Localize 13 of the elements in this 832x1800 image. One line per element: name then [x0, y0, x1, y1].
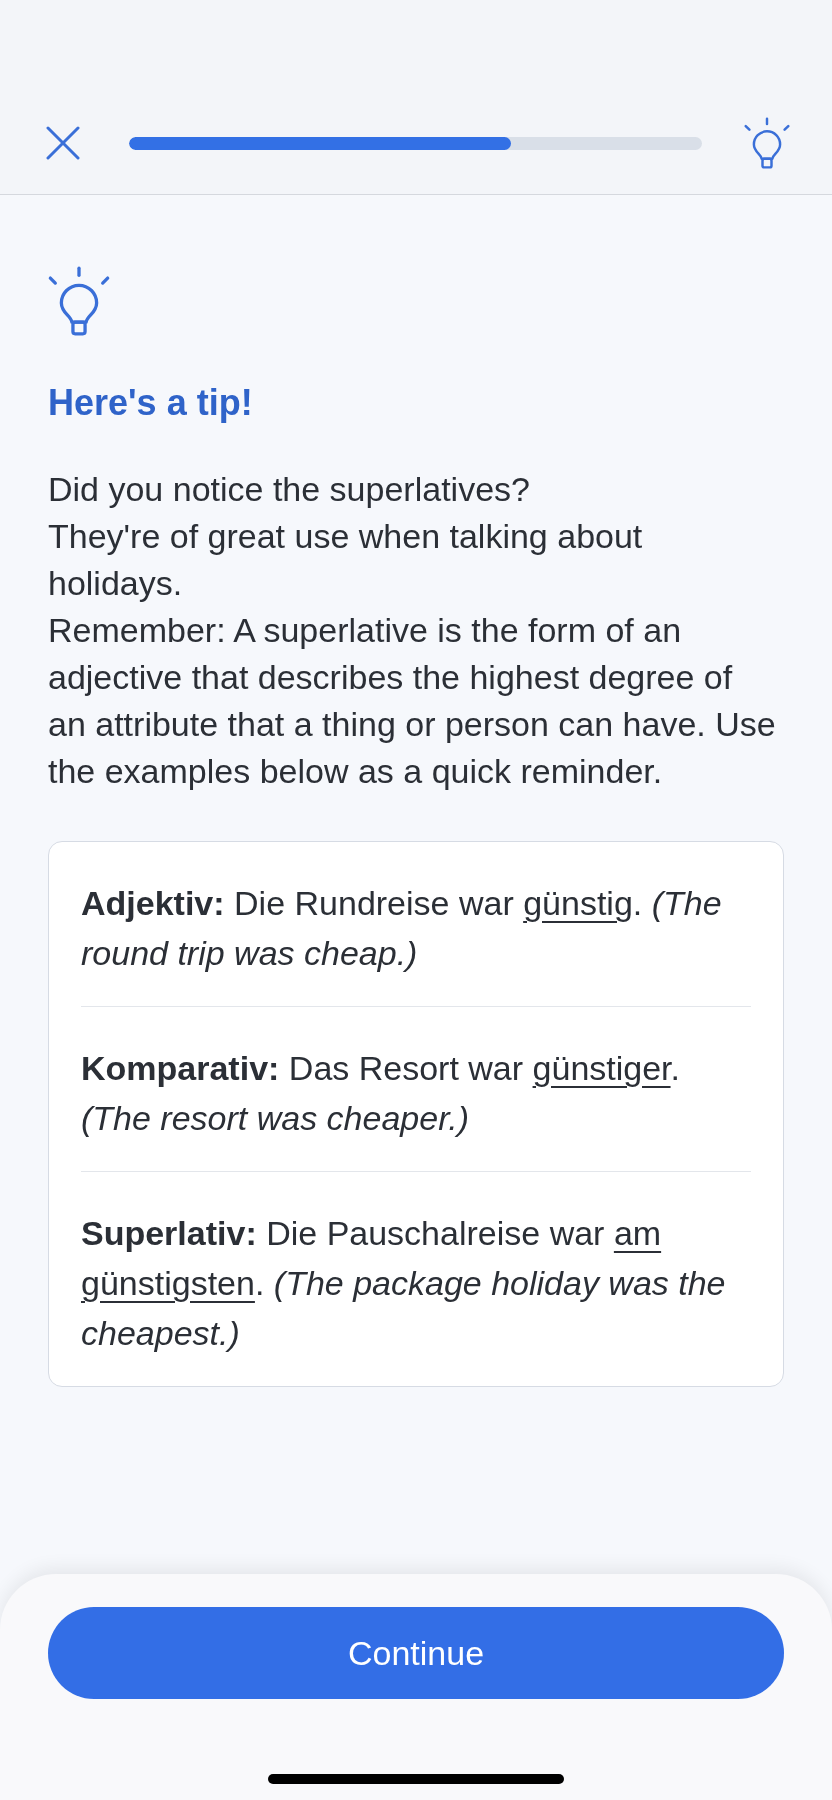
close-button[interactable]	[46, 126, 80, 160]
lightbulb-icon	[744, 117, 790, 169]
example-sentence: Adjektiv: Die Rundreise war günstig. (The round trip was cheap.)	[81, 883, 723, 974]
close-icon	[46, 126, 80, 160]
example-sentence: Komparativ: Das Resort war günstiger. (The resort was cheaper.)	[81, 1048, 681, 1139]
tip-title: Here's a tip!	[48, 381, 254, 425]
hint-button[interactable]	[744, 117, 790, 169]
example-sentence: Superlativ: Die Pauschalreise war am günstigsten. (The package holiday was the cheapest.)	[81, 1213, 727, 1354]
tip-paragraph: Remember: A superlative is the form of an adjective that describes the highest degree of an attribute that a thing or person can have. Use the examples below as a quick reminder.	[48, 610, 777, 792]
lightbulb-icon	[48, 266, 110, 336]
tip-paragraph: Did you notice the superlatives?	[48, 469, 531, 510]
tip-paragraph: They're of great use when talking about holidays.	[48, 516, 644, 604]
continue-button[interactable]: Continue	[48, 1607, 784, 1699]
